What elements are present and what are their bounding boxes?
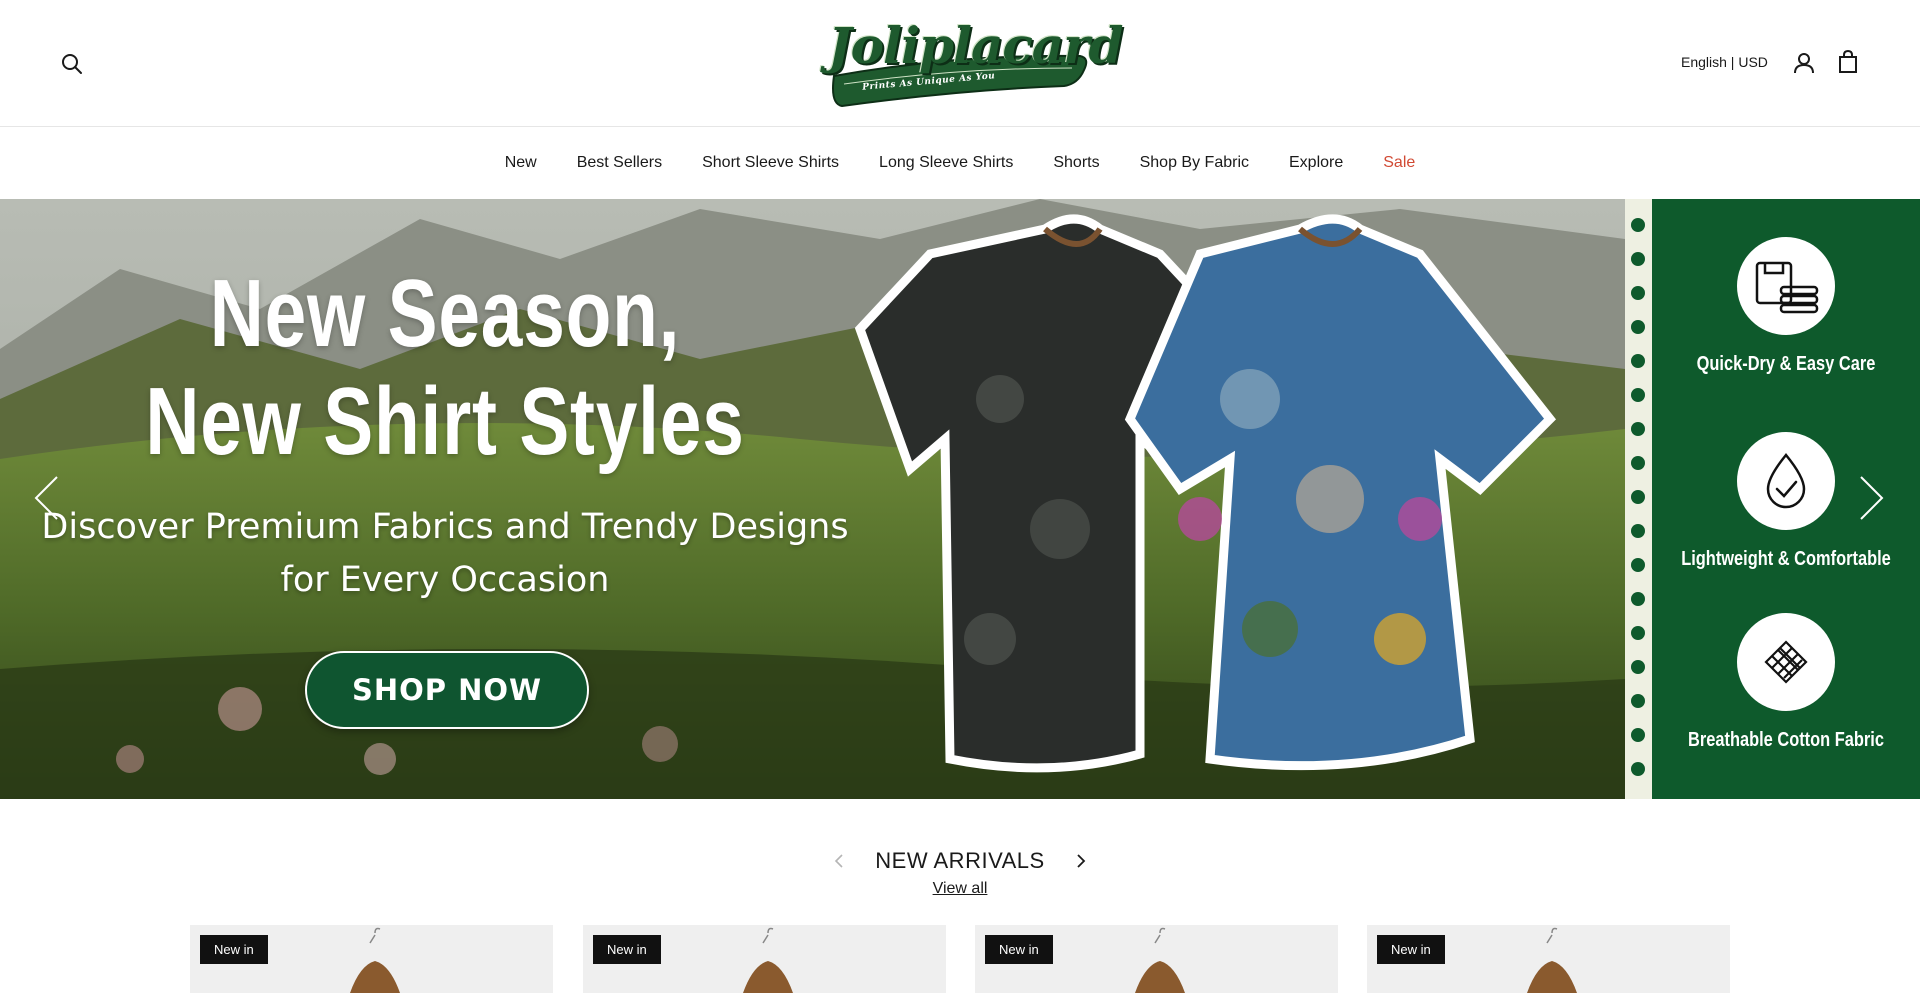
strip-dot [1631,592,1645,606]
droplet-check-icon [1737,432,1835,530]
hero-title-line-1: New Season, [209,260,681,367]
new-arrivals-header: NEW ARRIVALS [0,840,1920,880]
view-all-link-row: View all [0,880,1920,898]
hero-next-arrow-icon[interactable] [1852,470,1892,526]
strip-dot [1631,694,1645,708]
nav-item-best-sellers[interactable]: Best Sellers [557,154,682,172]
section-title: NEW ARRIVALS [875,848,1045,873]
hero-subtitle-line-1: Discover Premium Fabrics and Trendy Desi… [41,507,849,547]
hero-subtitle-line-2: for Every Occasion [280,560,610,600]
shop-now-button[interactable]: SHOP NOW [305,651,589,729]
hanger-icon [1527,927,1577,993]
chevron-right-icon[interactable] [1068,846,1094,876]
strip-dot [1631,320,1645,334]
strip-dot [1631,422,1645,436]
view-all-link[interactable]: View all [933,880,988,897]
feature-breathable: Breathable Cotton Fabric [1652,613,1920,752]
strip-dot [1631,762,1645,776]
locale-selector[interactable]: English | USD [1681,54,1768,70]
brand-logo[interactable]: Joliplacard Prints As Unique As You [828,14,1124,109]
product-card[interactable]: New in [190,925,553,993]
strip-dot [1631,558,1645,572]
strip-dot [1631,456,1645,470]
account-icon[interactable] [1790,49,1818,77]
new-in-badge: New in [1377,935,1445,964]
strip-dot [1631,388,1645,402]
product-card[interactable]: New in [1367,925,1730,993]
hanger-icon [1135,927,1185,993]
nav-item-explore[interactable]: Explore [1269,154,1363,172]
search-icon[interactable] [58,50,86,78]
hero-banner[interactable]: New Season, New Shirt Styles Discover Pr… [0,199,1920,799]
feature-label: Quick-Dry & Easy Care [1696,353,1876,375]
strip-dot [1631,524,1645,538]
nav-item-shop-by-fabric[interactable]: Shop By Fabric [1120,154,1269,172]
shirt-stack-icon [1737,237,1835,335]
main-nav: New Best Sellers Short Sleeve Shirts Lon… [0,127,1920,199]
hero-title-line-2: New Shirt Styles [145,368,745,475]
strip-dot [1631,218,1645,232]
nav-item-shorts[interactable]: Shorts [1033,154,1119,172]
site-header: Joliplacard Prints As Unique As You Engl… [0,0,1920,127]
new-in-badge: New in [200,935,268,964]
hero-prev-arrow-icon[interactable] [26,470,66,526]
nav-item-short-sleeve-shirts[interactable]: Short Sleeve Shirts [682,154,859,172]
hanger-icon [743,927,793,993]
strip-dot [1631,660,1645,674]
feature-quick-dry: Quick-Dry & Easy Care [1652,237,1920,376]
new-in-badge: New in [985,935,1053,964]
strip-dot [1631,252,1645,266]
strip-dot [1631,354,1645,368]
nav-item-new[interactable]: New [485,154,557,172]
fabric-weave-icon [1737,613,1835,711]
feature-label: Lightweight & Comfortable [1681,548,1891,570]
new-in-badge: New in [593,935,661,964]
strip-dot [1631,490,1645,504]
product-card[interactable]: New in [583,925,946,993]
feature-label: Breathable Cotton Fabric [1688,729,1884,751]
nav-item-sale[interactable]: Sale [1363,154,1435,172]
strip-dot [1631,286,1645,300]
strip-dot [1631,728,1645,742]
product-grid: New in New in New in New in [190,925,1730,993]
product-card[interactable]: New in [975,925,1338,993]
strip-dot [1631,626,1645,640]
nav-item-long-sleeve-shirts[interactable]: Long Sleeve Shirts [859,154,1033,172]
cart-icon[interactable] [1834,48,1862,76]
chevron-left-icon[interactable] [826,846,852,876]
hanger-icon [350,927,400,993]
